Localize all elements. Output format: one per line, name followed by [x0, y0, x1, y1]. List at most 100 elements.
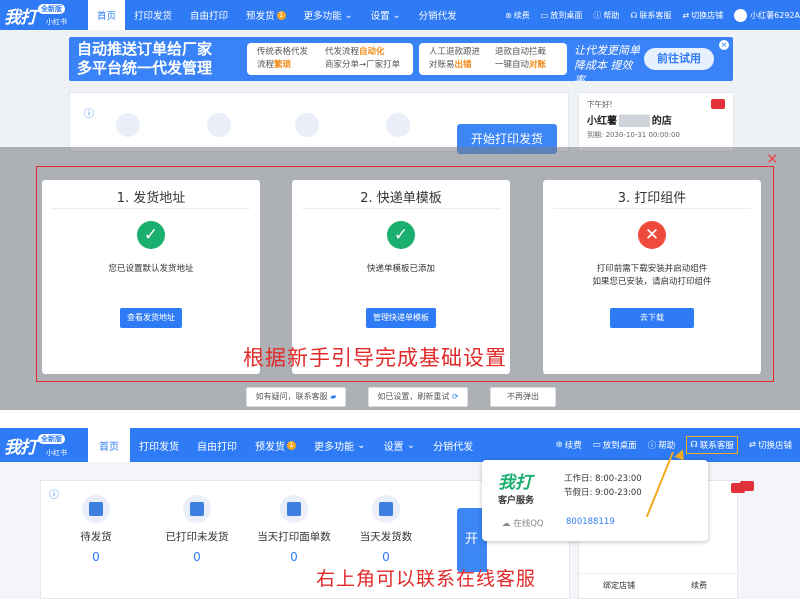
- service-caption: 右上角可以联系在线客服: [316, 568, 537, 590]
- right-nav: ⊛ 续费 ▭ 放到桌面 ⓘ 帮助 ☊ 联系客服 ⇄ 切换店铺: [545, 428, 792, 462]
- app-logo[interactable]: 我打 全新版 小红书: [0, 0, 88, 30]
- shop-card: 下午好! 小红薯 ████ 的店 到期: 2030-10-31 00:00:00: [578, 92, 734, 152]
- nav-badge: 1: [276, 10, 286, 20]
- banner-ad-text: 让代发更简单 降成本 提效率: [574, 44, 640, 81]
- help-icon[interactable]: ⓘ: [49, 486, 59, 501]
- shop-links: 绑定店铺 续费: [579, 573, 739, 591]
- manage-template-button[interactable]: 管理快递单模板: [366, 308, 436, 328]
- truck-icon: [82, 495, 110, 523]
- help-link[interactable]: ⓘ 帮助: [593, 10, 619, 21]
- stats-panel: ⓘ 开始打印发货: [69, 92, 569, 154]
- contact-service-button[interactable]: 如有疑问，联系客服 ▰: [246, 387, 346, 407]
- nav-distribution[interactable]: 分销代发: [410, 0, 466, 30]
- stat-today-print[interactable]: 当天打印面单数 0: [249, 495, 339, 564]
- help-link[interactable]: ⓘ 帮助: [648, 439, 676, 451]
- chart-icon: [295, 113, 319, 137]
- help-icon[interactable]: ⓘ: [84, 105, 94, 120]
- stat-printed[interactable]: 已打印未发货 0: [157, 495, 237, 564]
- xiaohongshu-logo-icon: [711, 99, 725, 109]
- avatar: [734, 8, 748, 22]
- upload-icon: [372, 495, 400, 523]
- close-icon[interactable]: ✕: [766, 152, 779, 167]
- qq-number[interactable]: 800188119: [566, 517, 615, 527]
- download-component-button[interactable]: 去下载: [610, 308, 694, 328]
- bind-shop-link[interactable]: 绑定店铺: [579, 574, 659, 591]
- desktop-icon: ▭: [592, 440, 601, 450]
- step-card-component: 3. 打印组件 ✕ 打印前需下载安装并启动组件 如果您已安装，请启动打印组件 去下…: [543, 180, 761, 374]
- error-icon: ✕: [638, 221, 666, 249]
- renew-icon: ⊛: [505, 10, 512, 20]
- chevron-down-icon: ⌄: [341, 9, 353, 21]
- shop-name: 小红薯 ████ 的店: [587, 116, 672, 127]
- upload-icon: [386, 113, 410, 137]
- headset-icon: ☊: [690, 440, 698, 450]
- banner-card-4: 退款自动拦截 一键自动对账: [485, 43, 567, 75]
- check-icon: ✓: [387, 221, 415, 249]
- banner-title: 自动推送订单给厂家 多平台统一代发管理: [77, 40, 213, 77]
- truck-icon: [116, 113, 140, 137]
- service-link[interactable]: ☊ 联系客服: [686, 436, 738, 454]
- close-icon[interactable]: ×: [719, 40, 729, 50]
- promo-banner[interactable]: 自动推送订单给厂家 多平台统一代发管理 传统表格代发 流程繁琐 代发流程自动化 商家分…: [69, 37, 733, 81]
- help-icon: ⓘ: [593, 10, 602, 20]
- refresh-retry-button[interactable]: 如已设置，刷新重试 ⟳: [368, 387, 468, 407]
- refresh-icon: ⟳: [451, 392, 459, 401]
- nav-home[interactable]: 首页: [88, 428, 130, 462]
- nav-settings[interactable]: 设置 ⌄: [362, 0, 410, 30]
- nav-home[interactable]: 首页: [88, 0, 126, 30]
- customer-service-popup: 我打 客户服务 工作日: 8:00-23:00 节假日: 9:00-23:00 …: [482, 460, 708, 541]
- chevron-down-icon: ⌄: [389, 9, 401, 21]
- qq-icon: ☁: [502, 519, 514, 529]
- nav-more[interactable]: 更多功能 ⌄: [295, 0, 362, 30]
- nav-print-ship[interactable]: 打印发货: [130, 428, 188, 462]
- headset-icon: ☊: [630, 10, 638, 20]
- stat-pending[interactable]: 待发货 0: [61, 495, 131, 564]
- nav-settings[interactable]: 设置 ⌄: [375, 428, 425, 462]
- service-logo: 我打: [498, 473, 532, 493]
- chevron-down-icon: ⌄: [403, 439, 416, 451]
- main-nav: 首页 打印发货 自由打印 预发货 1 更多功能 ⌄ 设置 ⌄ 分销代发: [88, 428, 482, 462]
- chart-icon: [280, 495, 308, 523]
- desktop-link[interactable]: ▭ 放到桌面: [593, 439, 637, 451]
- switch-icon: ⇄: [682, 10, 690, 20]
- app-logo[interactable]: 我打 全新版 小红书: [0, 428, 88, 462]
- guide-screenshot: 我打 全新版 小红书 首页 打印发货 自由打印 预发货 1 更多功能 ⌄ 设置 ⌄…: [0, 0, 800, 410]
- nav-free-print[interactable]: 自由打印: [188, 428, 246, 462]
- step-card-address: 1. 发货地址 ✓ 您已设置默认发货地址 查看发货地址: [42, 180, 260, 374]
- renew-link[interactable]: ⊛ 续费: [505, 10, 530, 21]
- right-nav: ⊛ 续费 ▭ 放到桌面 ⓘ 帮助 ☊ 联系客服 ⇄ 切换店铺 小红薯6292A: [494, 0, 800, 30]
- box-icon: [207, 113, 231, 137]
- chat-icon: ▰: [330, 392, 337, 401]
- stat-today-ship[interactable]: 当天发货数 0: [346, 495, 426, 564]
- banner-card-2: 代发流程自动化 商家分单→厂家打单: [315, 43, 413, 75]
- dont-show-button[interactable]: 不再弹出: [490, 387, 556, 407]
- service-link[interactable]: ☊ 联系客服: [630, 10, 671, 21]
- online-qq-link[interactable]: ☁ 在线QQ: [502, 517, 544, 529]
- nav-print-ship[interactable]: 打印发货: [125, 0, 181, 30]
- nav-preship[interactable]: 预发货 1: [246, 428, 305, 462]
- nav-badge: 1: [287, 440, 296, 450]
- nav-distribution[interactable]: 分销代发: [424, 428, 482, 462]
- view-address-button[interactable]: 查看发货地址: [120, 308, 182, 328]
- switch-shop-link[interactable]: ⇄ 切换店铺: [749, 439, 792, 451]
- renew-link[interactable]: ⊛ 续费: [556, 439, 582, 451]
- chevron-down-icon: ⌄: [354, 439, 366, 451]
- desktop-link[interactable]: ▭ 放到桌面: [541, 10, 583, 21]
- switch-shop-link[interactable]: ⇄ 切换店铺: [682, 10, 723, 21]
- nav-free-print[interactable]: 自由打印: [181, 0, 237, 30]
- banner-try-button[interactable]: 前往试用: [644, 48, 714, 70]
- switch-icon: ⇄: [748, 440, 756, 450]
- box-icon: [183, 495, 211, 523]
- xiaohongshu-logo-icon: [740, 481, 754, 491]
- help-icon: ⓘ: [647, 441, 657, 451]
- renew-icon: ⊛: [555, 440, 563, 450]
- main-nav: 首页 打印发货 自由打印 预发货 1 更多功能 ⌄ 设置 ⌄ 分销代发: [88, 0, 466, 30]
- nav-preship[interactable]: 预发货 1: [237, 0, 295, 30]
- nav-more[interactable]: 更多功能 ⌄: [305, 428, 375, 462]
- renew-link[interactable]: 续费: [659, 574, 739, 591]
- guide-caption: 根据新手引导完成基础设置: [243, 346, 507, 370]
- user-menu[interactable]: 小红薯6292A: [734, 8, 800, 22]
- desktop-icon: ▭: [540, 10, 549, 20]
- check-icon: ✓: [137, 221, 165, 249]
- top-nav-bar: 我打 全新版 小红书 首页 打印发货 自由打印 预发货 1 更多功能 ⌄ 设置 ⌄…: [0, 0, 800, 30]
